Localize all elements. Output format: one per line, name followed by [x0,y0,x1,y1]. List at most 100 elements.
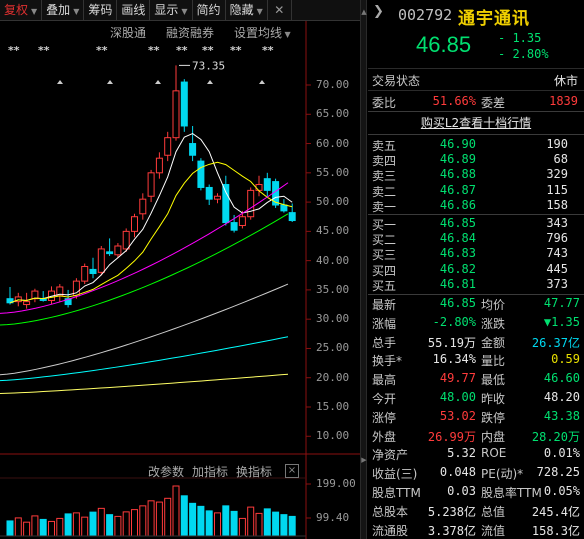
toolbar-item-3[interactable]: 画线 [117,0,151,21]
bid-price: 46.84 [439,231,476,246]
toolbar-item-5[interactable]: 简约 [193,0,226,21]
volume-bar[interactable] [64,513,72,537]
volume-bar[interactable] [89,511,97,537]
close-icon[interactable]: ✕ [268,0,292,21]
volume-tab-0[interactable]: 改参数 [148,465,184,479]
volume-bar[interactable] [205,510,213,537]
candle[interactable] [39,291,47,302]
candle[interactable] [263,172,271,197]
panel-splitter[interactable]: ▲ ▶ [360,0,367,539]
toolbar-item-1[interactable]: 叠加 ▼ [42,0,85,21]
volume-bar[interactable] [155,501,163,537]
signal-markers: ** ** ** ** ** ** ** ** [0,44,300,58]
buy-l2-link[interactable]: 购买L2查看十档行情 [368,114,584,131]
candle[interactable] [89,257,97,279]
chevron-right-icon[interactable]: ▶ [361,456,367,464]
candle[interactable] [205,184,213,206]
expand-icon[interactable]: ❯ [373,4,384,19]
volume-bar[interactable] [147,500,155,537]
volume-bar[interactable] [114,515,122,537]
toolbar-item-0[interactable]: 复权 ▼ [0,0,43,21]
candle[interactable] [106,238,114,256]
candle[interactable] [214,193,221,204]
volume-bar[interactable] [122,511,130,537]
candlestick-chart[interactable]: 73.35 70.00 65.00 60.00 55.00 50.00 45.00 40.0… [0,0,360,539]
candle[interactable] [172,65,180,141]
y-tick-label: 65.00 [316,107,350,121]
close-icon[interactable]: × [285,464,299,478]
bid-row[interactable]: 买五 46.81 373 [368,277,584,294]
volume-bar[interactable] [14,517,22,537]
candle[interactable] [131,213,138,238]
volume-bar[interactable] [81,516,89,537]
volume-bar[interactable] [48,520,55,537]
candle[interactable] [280,199,288,213]
candle[interactable] [164,131,172,162]
volume-tab-1[interactable]: 加指标 [192,465,228,479]
volume-bar[interactable] [39,518,47,537]
volume-tab-2[interactable]: 换指标 [236,465,272,479]
margin-trading-label[interactable]: 融资融券 [166,24,214,41]
candle[interactable] [222,175,230,226]
candle[interactable] [97,246,105,276]
quote-value: 43.38 [543,408,580,423]
candle[interactable] [247,187,255,220]
volume-bar[interactable] [280,514,288,537]
volume-bar[interactable] [189,502,197,537]
candle[interactable] [81,263,89,285]
toolbar-item-4[interactable]: 显示 ▼ [150,0,193,21]
volume-bar[interactable] [6,520,14,537]
volume-bar[interactable] [272,511,280,537]
volume-bar[interactable] [255,512,263,537]
volume-bar[interactable] [180,495,188,537]
volume-bar[interactable] [56,517,64,537]
y-tick-label: 70.00 [316,78,350,91]
toolbar-item-2[interactable]: 筹码 [84,0,118,21]
volume-bar[interactable] [97,507,105,537]
quote-row: 收益(三) 0.048 PE(动)* 728.25 [368,465,584,483]
toolbar-item-6[interactable]: 隐藏 ▼ [226,0,268,21]
volume-bar[interactable] [23,521,31,537]
hk-connect-label[interactable]: 深股通 [110,24,146,41]
trade-status-label: 交易状态 [372,74,421,88]
volume-bar[interactable] [139,505,147,537]
candle[interactable] [147,169,155,203]
ma30-line [0,213,289,326]
volume-bar[interactable] [164,497,172,537]
volume-bar[interactable] [222,505,230,537]
volume-bar[interactable] [263,508,271,537]
candle[interactable] [139,193,147,220]
volume-bar[interactable] [197,505,205,537]
candle[interactable] [197,158,205,191]
volume-bar[interactable] [288,515,296,537]
candle[interactable] [155,152,163,179]
quote-label: 股息TTM [372,486,421,500]
candle[interactable] [31,288,39,303]
chart-canvas[interactable]: 73.35 [0,0,360,539]
quote-row: 涨停 53.02 跌停 43.38 [368,409,584,427]
candle[interactable] [189,125,197,162]
volume-bar[interactable] [131,509,138,537]
change-amount: - 1.35 [498,31,542,45]
volume-bar[interactable] [72,512,80,537]
chevron-up-icon[interactable]: ▲ [361,8,367,16]
volume-bar[interactable] [31,515,39,537]
ask-row[interactable]: 卖一 46.86 158 [368,198,584,215]
volume-bar[interactable] [172,485,180,537]
ma-settings-button[interactable]: 设置均线 ▼ [234,24,291,41]
candle[interactable] [180,79,188,132]
caret-down-icon: ▼ [73,7,80,16]
quote-label: 外盘 [372,429,397,444]
candle[interactable] [56,284,64,302]
volume-bar[interactable] [247,506,255,537]
volume-bar[interactable] [106,514,114,537]
volume-bar[interactable] [238,517,246,537]
caret-down-icon: ▼ [181,7,188,16]
volume-bar[interactable] [214,512,221,537]
quote-row: 最高 49.77 最低 46.60 [368,371,584,389]
y-tick-label: 60.00 [316,136,350,150]
candle[interactable] [255,175,263,197]
quote-value: 48.20 [543,390,580,404]
quote-row: 今开 48.00 昨收 48.20 [368,390,584,408]
volume-bar[interactable] [230,510,238,537]
